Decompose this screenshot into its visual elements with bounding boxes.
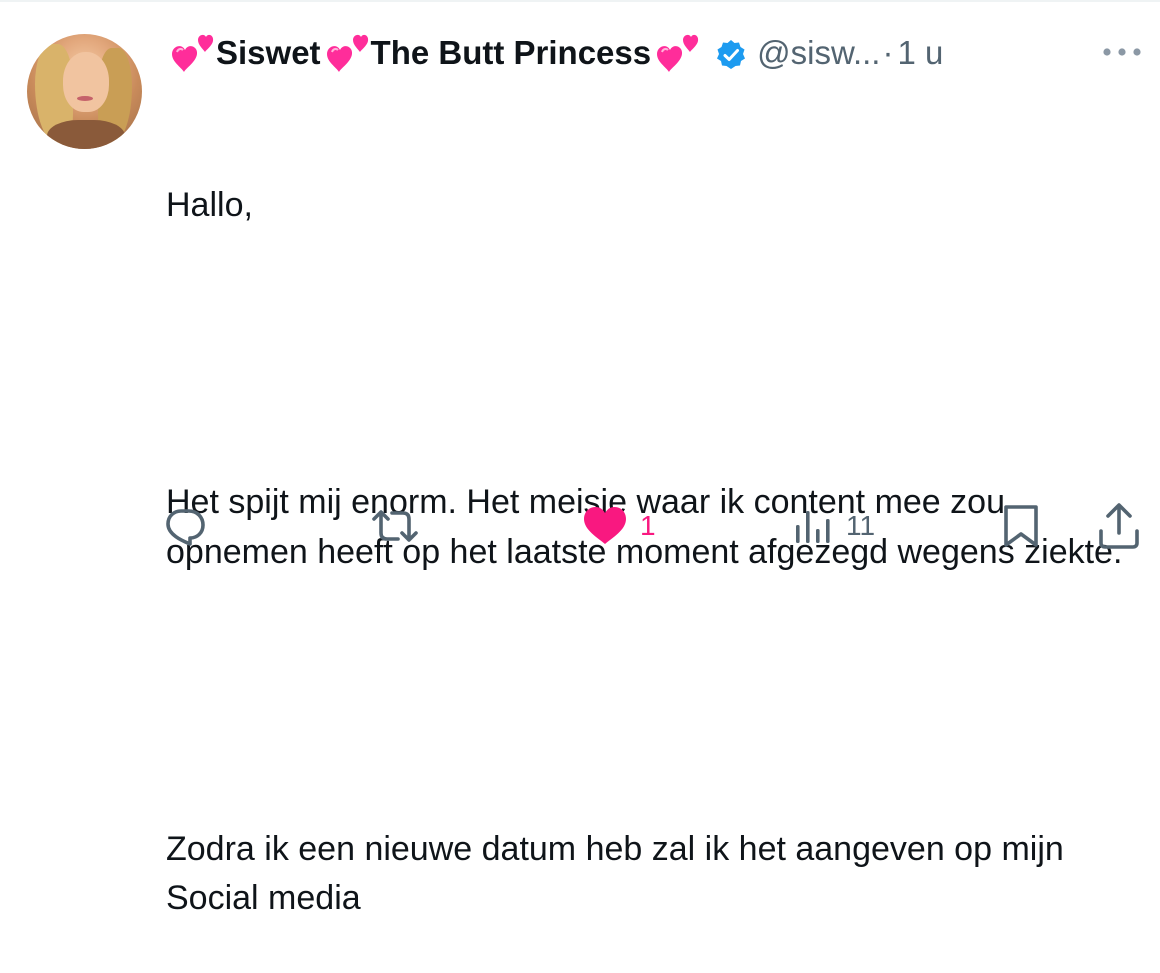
tweet-header: Siswet The Butt Princess @sisw... · 1 u (166, 30, 943, 76)
tweet-text-line: ​ (166, 330, 1136, 380)
two-hearts-emoji-icon (166, 32, 216, 74)
top-divider (0, 0, 1160, 2)
more-options-button[interactable] (1100, 40, 1144, 64)
verified-badge-icon[interactable] (715, 37, 747, 69)
display-name-part2: The Butt Princess (370, 34, 652, 71)
more-dots-icon (1103, 48, 1141, 56)
two-hearts-emoji-icon (651, 32, 701, 74)
tweet-text-line: Hallo, (166, 186, 253, 224)
bookmark-icon (1004, 505, 1038, 547)
separator-dot: · (882, 34, 894, 71)
two-hearts-emoji-icon (321, 32, 371, 74)
tweet-text-line: ​ (166, 676, 1136, 726)
tweet-actions-bar: 1 11 (0, 496, 1160, 556)
retweet-icon (372, 510, 418, 542)
share-icon (1099, 503, 1139, 549)
like-button[interactable]: 1 (582, 496, 656, 556)
views-icon (796, 511, 830, 543)
reply-icon (166, 509, 205, 546)
author-handle[interactable]: @sisw... (757, 30, 880, 76)
tweet-text-line: Zodra ik een nieuwe datum heb zal ik het… (166, 829, 1074, 918)
tweet-time[interactable]: 1 u (897, 30, 943, 76)
avatar[interactable] (27, 34, 142, 149)
display-name[interactable]: Siswet The Butt Princess (166, 30, 701, 76)
display-name-part1: Siswet (216, 34, 321, 71)
bookmark-button[interactable] (1000, 496, 1042, 556)
views-count: 11 (846, 510, 876, 541)
like-count: 1 (640, 510, 656, 541)
retweet-button[interactable] (370, 496, 420, 556)
share-button[interactable] (1096, 496, 1142, 556)
views-button[interactable]: 11 (792, 496, 875, 556)
reply-button[interactable] (162, 496, 208, 556)
heart-filled-icon (584, 507, 626, 544)
